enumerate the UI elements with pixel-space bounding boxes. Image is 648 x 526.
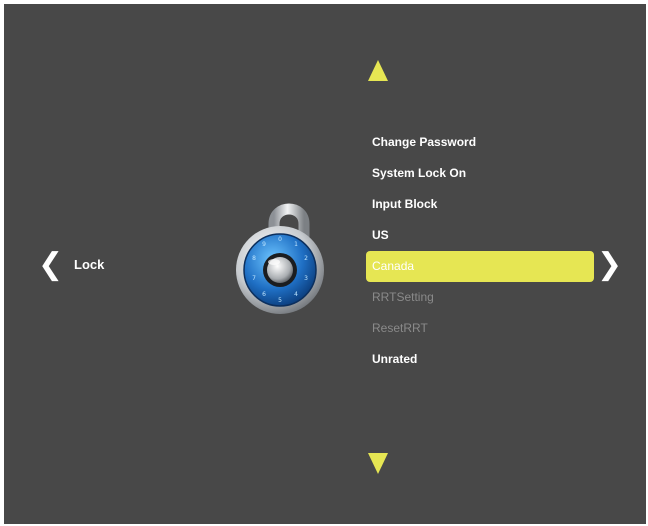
menu-item-input-block[interactable]: Input Block: [366, 189, 594, 220]
svg-text:1: 1: [294, 241, 298, 248]
scroll-down-icon[interactable]: [368, 453, 388, 474]
svg-text:2: 2: [304, 255, 308, 262]
svg-text:0: 0: [278, 236, 282, 243]
chevron-left-icon[interactable]: ❮: [38, 250, 63, 280]
svg-text:4: 4: [294, 291, 298, 298]
svg-text:5: 5: [278, 297, 282, 304]
menu-item-reset-rrt[interactable]: ResetRRT: [366, 313, 594, 344]
menu-item-system-lock-on[interactable]: System Lock On: [366, 158, 594, 189]
menu-item-us[interactable]: US: [366, 220, 594, 251]
svg-text:3: 3: [304, 275, 308, 282]
svg-text:9: 9: [262, 241, 266, 248]
svg-text:7: 7: [252, 275, 256, 282]
scroll-up-icon[interactable]: [368, 60, 388, 81]
chevron-right-icon[interactable]: ❯: [597, 250, 622, 280]
menu-item-rrt-setting[interactable]: RRTSetting: [366, 282, 594, 313]
lock-menu-list: Change Password System Lock On Input Blo…: [366, 127, 594, 375]
category-label: Lock: [74, 257, 105, 272]
svg-text:6: 6: [262, 291, 266, 298]
menu-item-canada[interactable]: Canada: [366, 251, 594, 282]
settings-screen: ❮ Lock 0 1 2 3 4 5 6 7 8 9 Change Passwo…: [4, 4, 646, 524]
combination-padlock-icon: 0 1 2 3 4 5 6 7 8 9: [236, 203, 324, 314]
svg-text:8: 8: [252, 255, 256, 262]
menu-item-unrated[interactable]: Unrated: [366, 344, 594, 375]
menu-item-change-password[interactable]: Change Password: [366, 127, 594, 158]
